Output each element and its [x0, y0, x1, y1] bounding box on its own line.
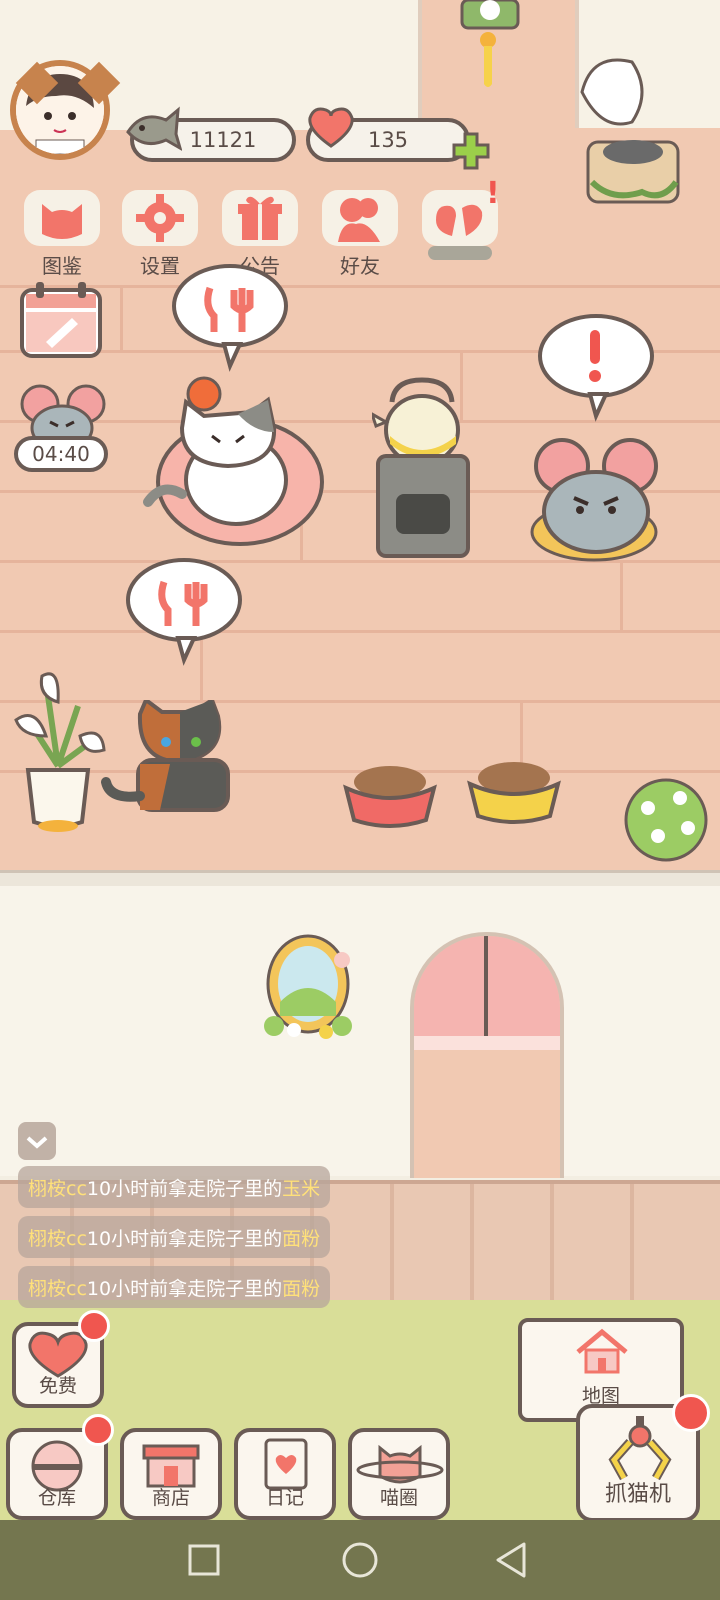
feed-item-name: 玉米 — [282, 1177, 321, 1200]
menu-handbook-label: 图鉴 — [42, 254, 82, 278]
heart-currency-icon — [308, 107, 354, 148]
cat-circle-button[interactable]: 喵圈 — [348, 1428, 450, 1520]
mouse-timer[interactable]: 04:40 — [14, 380, 110, 476]
chevron-down-icon — [26, 1136, 48, 1149]
hungry-bubble-icon[interactable] — [168, 262, 292, 372]
menu-alert-mark: ! — [486, 176, 500, 211]
player-avatar[interactable] — [10, 60, 126, 180]
claw-badge — [672, 1394, 710, 1432]
feed-item: 栩桉cc 10小时前拿走院子里的 面粉 — [18, 1216, 331, 1258]
feed-item-name: 面粉 — [282, 1277, 321, 1300]
hanging-ornament-icon — [460, 0, 520, 87]
house-icon — [576, 1328, 628, 1374]
system-nav-bar — [0, 1520, 720, 1600]
gift-icon — [238, 196, 282, 240]
feed-item: 栩桉cc 10小时前拿走院子里的 玉米 — [18, 1166, 331, 1208]
gramophone-icon[interactable] — [572, 52, 692, 214]
feed-user: 栩桉cc — [28, 1177, 87, 1200]
calendar-note-icon[interactable] — [18, 278, 104, 360]
feed-toggle-button[interactable] — [18, 1122, 56, 1160]
sleeping-cat-icon[interactable] — [142, 372, 326, 548]
food-bowl-red-icon[interactable] — [342, 760, 438, 830]
free-label: 免费 — [38, 1375, 77, 1397]
door-curtain — [414, 936, 560, 1050]
lily-plant-icon — [14, 672, 106, 832]
feed-item: 栩桉cc 10小时前拿走院子里的 面粉 — [18, 1266, 331, 1308]
feed-item-name: 面粉 — [282, 1227, 321, 1250]
feed-text: 10小时前拿走院子里的 — [86, 1177, 283, 1200]
mouse-timer-value: 04:40 — [14, 436, 108, 472]
cat-circle-label: 喵圈 — [379, 1487, 418, 1509]
free-badge — [78, 1310, 110, 1342]
menu-interact-bar — [428, 246, 492, 260]
feed-text: 10小时前拿走院子里的 — [86, 1227, 283, 1250]
recent-apps-icon[interactable] — [186, 1542, 222, 1578]
fish-icon — [126, 106, 182, 151]
shop-button[interactable]: 商店 — [120, 1428, 222, 1520]
flower-mirror-icon[interactable] — [250, 930, 366, 1048]
calico-cat-icon[interactable] — [100, 700, 256, 824]
kettle-stove-icon[interactable] — [372, 374, 474, 560]
home-icon[interactable] — [340, 1540, 380, 1580]
friends-icon — [338, 198, 380, 242]
food-bowl-yellow-icon[interactable] — [466, 756, 562, 826]
feed-user: 栩桉cc — [28, 1277, 87, 1300]
menu-handbook-button[interactable]: 图鉴 — [20, 190, 104, 278]
mouse-face-icon — [20, 384, 106, 452]
diary-label: 日记 — [265, 1487, 304, 1509]
warehouse-badge — [82, 1414, 114, 1446]
cat-head-icon — [42, 204, 82, 239]
curtain-doorway[interactable] — [410, 932, 564, 1178]
claw-machine-label: 抓猫机 — [604, 1482, 671, 1507]
warehouse-label: 仓库 — [37, 1487, 76, 1509]
diary-button[interactable]: 日记 — [234, 1428, 336, 1520]
angry-mouse-icon[interactable] — [530, 436, 662, 564]
back-icon[interactable] — [492, 1540, 532, 1580]
add-hearts-button[interactable] — [450, 130, 492, 172]
gear-icon — [136, 194, 184, 242]
hungry-bubble-2-icon[interactable] — [122, 556, 246, 666]
flower-bush-icon — [624, 778, 708, 862]
alert-bubble-icon[interactable] — [534, 312, 658, 422]
feed-text: 10小时前拿走院子里的 — [86, 1277, 283, 1300]
game-scene: 11121 135 图鉴 设置 公告 好友 ! 04:40 栩桉cc 10小时前… — [0, 0, 720, 1600]
shop-label: 商店 — [151, 1487, 190, 1509]
menu-friends-label: 好友 — [340, 254, 380, 278]
heart-count: 135 — [367, 128, 409, 152]
feed-user: 栩桉cc — [28, 1227, 87, 1250]
fish-count: 11121 — [189, 128, 257, 152]
menu-friends-button[interactable]: 好友 — [318, 190, 402, 278]
